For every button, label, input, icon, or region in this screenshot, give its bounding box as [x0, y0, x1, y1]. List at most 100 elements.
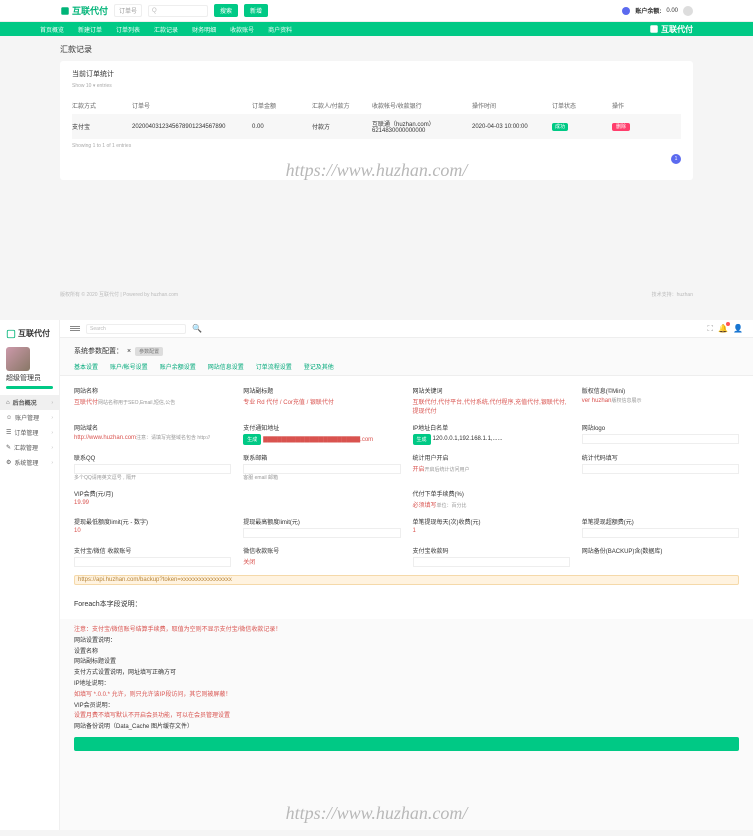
text-input[interactable]: [243, 464, 400, 474]
sidebar-item-account[interactable]: ☺账户管理›: [0, 410, 59, 425]
f-lbl: 联系QQ: [74, 453, 231, 462]
avatar-large[interactable]: [6, 347, 30, 371]
expand-icon[interactable]: ⛶: [707, 324, 713, 334]
search-button[interactable]: 搜索: [214, 4, 238, 17]
records-card: 当前订单统计 Show 10 ▾ entries 汇款方式订单号订单金额汇款人/…: [60, 61, 693, 180]
f-val[interactable]: 专业 Rd 代付 / Cor充值 / 银联代付: [243, 400, 334, 406]
nav-profile[interactable]: 商户资料: [268, 25, 292, 34]
balance-value: 0.00: [666, 8, 678, 14]
logo-text: 互联代付: [72, 4, 108, 17]
logo: 互联代付: [60, 4, 108, 17]
f-lbl: 网站名称: [74, 386, 231, 395]
sidebar-item-orders[interactable]: ☰订单管理›: [0, 425, 59, 440]
f-val[interactable]: 互联代付,代付平台,代付系统,代付程序,充值代付,银联代付,提现代付: [413, 400, 567, 415]
f-lbl: 版权信息(©Mini): [582, 386, 739, 395]
f-lbl: 统计代码填写: [582, 453, 739, 462]
footer: 版权所有 © 2020 互联代付 | Powered by huzhan.com…: [60, 291, 693, 298]
gear-icon: ⚙: [6, 459, 11, 466]
f-lbl: 支付宝/微信 收款账号: [74, 546, 231, 555]
user-name: 超级管理员: [0, 373, 59, 383]
f-val[interactable]: ▇▇▇▇▇▇▇▇▇▇▇▇▇▇▇▇▇▇▇▇▇.com: [263, 436, 400, 444]
search-icon[interactable]: 🔍: [192, 324, 202, 333]
f-hint: 版权信息展示: [611, 398, 641, 404]
nav-new[interactable]: 新建订单: [78, 25, 102, 34]
balance-label: 账户余额:: [635, 6, 661, 15]
text-input[interactable]: [582, 464, 739, 474]
user-icon: ☺: [6, 415, 12, 421]
text-input[interactable]: [74, 557, 231, 567]
gen-button[interactable]: 生成: [413, 434, 431, 445]
table-row: 支付宝 2020040312345678901234567890 0.00 付款…: [72, 114, 681, 139]
file-input[interactable]: [582, 434, 739, 444]
text-input[interactable]: [582, 528, 739, 538]
delete-button[interactable]: 删除: [612, 123, 630, 131]
text-input[interactable]: [243, 528, 400, 538]
nav-account[interactable]: 收款账号: [230, 25, 254, 34]
f-lbl: 代付下单手续费(%): [413, 489, 570, 498]
list-icon: ☰: [6, 429, 11, 436]
edit-icon: ✎: [6, 444, 11, 451]
tab-order[interactable]: 订单流程设置: [256, 362, 292, 371]
sidebar-item-system[interactable]: ⚙系统管理›: [0, 455, 59, 470]
f-lbl: IP地址白名单: [413, 423, 570, 432]
tab-other[interactable]: 登记及其他: [304, 362, 334, 371]
f-val[interactable]: http://www.huzhan.com: [74, 435, 136, 441]
close-icon[interactable]: ×: [127, 348, 131, 355]
add-button[interactable]: 新增: [244, 4, 268, 17]
f-val[interactable]: 1: [413, 528, 416, 534]
user-icon[interactable]: 👤: [733, 324, 743, 333]
notes-title: Foreach本字段说明：: [74, 599, 739, 609]
f-lbl: 网站备份(BACKUP)含(数据库): [582, 546, 739, 555]
table-footer: Showing 1 to 1 of 1 entries: [72, 143, 681, 149]
f-val[interactable]: 10: [74, 528, 81, 534]
card-title: 当前订单统计: [72, 69, 681, 79]
sidebar-item-overview[interactable]: ⌂后台概况›: [0, 395, 59, 410]
nav-orders[interactable]: 订单列表: [116, 25, 140, 34]
f-val[interactable]: 必须填写: [413, 503, 437, 509]
home-icon: ⌂: [6, 400, 10, 406]
bc-chip[interactable]: 参数配置: [135, 347, 163, 356]
nav-finance[interactable]: 财务明细: [192, 25, 216, 34]
f-hint: 客服 email 邮箱: [243, 475, 278, 481]
f-val[interactable]: ver huzhan: [582, 398, 612, 404]
backup-url-input[interactable]: https://api.huzhan.com/backup?token=xxxx…: [74, 575, 739, 585]
avatar[interactable]: [683, 6, 693, 16]
bell-icon[interactable]: 🔔: [718, 324, 728, 333]
note-line: 网站副标题设置: [74, 657, 739, 668]
chip: 订单号: [114, 4, 142, 17]
f-lbl: 网站关键词: [413, 386, 570, 395]
f-val[interactable]: 关闭: [243, 560, 255, 566]
top-nav: 互联代付 订单号 Q 搜索 新增 账户余额: 0.00: [0, 0, 753, 22]
text-input[interactable]: [74, 464, 231, 474]
f-lbl: 提现最高额度limit(元): [243, 517, 400, 526]
pager[interactable]: 1: [72, 153, 681, 164]
note-line: 设置月费不填写默认不开启会员功能，可以在会员管理设置: [74, 711, 739, 722]
note-line: 设置名称: [74, 647, 739, 658]
f-val[interactable]: 19.99: [74, 500, 89, 506]
save-button[interactable]: [74, 737, 739, 751]
tab-account[interactable]: 账户/帐号设置: [110, 362, 148, 371]
search-input[interactable]: Search: [86, 324, 186, 334]
f-val[interactable]: 互联代付: [74, 400, 98, 406]
hamburger-icon[interactable]: [70, 326, 80, 331]
card-sub[interactable]: Show 10 ▾ entries: [72, 83, 681, 89]
f-val[interactable]: 开启: [413, 467, 425, 473]
f-hint: 开启后统计访问用户: [425, 467, 470, 473]
f-lbl: 支付宝收款码: [413, 546, 570, 555]
f-lbl: 网站域名: [74, 423, 231, 432]
tab-basic[interactable]: 基本设置: [74, 362, 98, 371]
sidebar-item-remit[interactable]: ✎汇款管理›: [0, 440, 59, 455]
search-input[interactable]: Q: [148, 5, 208, 17]
nav-home[interactable]: 首页概览: [40, 25, 64, 34]
text-input[interactable]: [413, 557, 570, 567]
gen-button[interactable]: 生成: [243, 434, 261, 445]
f-lbl: 网站副标题: [243, 386, 400, 395]
f-lbl: 提现最低额度limit(元 - 数字): [74, 517, 231, 526]
nav-logo-right: 互联代付: [649, 24, 693, 35]
tab-balance[interactable]: 账户余额设置: [160, 362, 196, 371]
f-lbl: 单笔提现每天(次)收费(元): [413, 517, 570, 526]
tab-site[interactable]: 网站信息设置: [208, 362, 244, 371]
f-val[interactable]: 120.0.0.1,192.168.1.1,......: [433, 436, 570, 444]
f-hint: 单位：百分比: [437, 503, 467, 509]
nav-remit[interactable]: 汇款记录: [154, 25, 178, 34]
